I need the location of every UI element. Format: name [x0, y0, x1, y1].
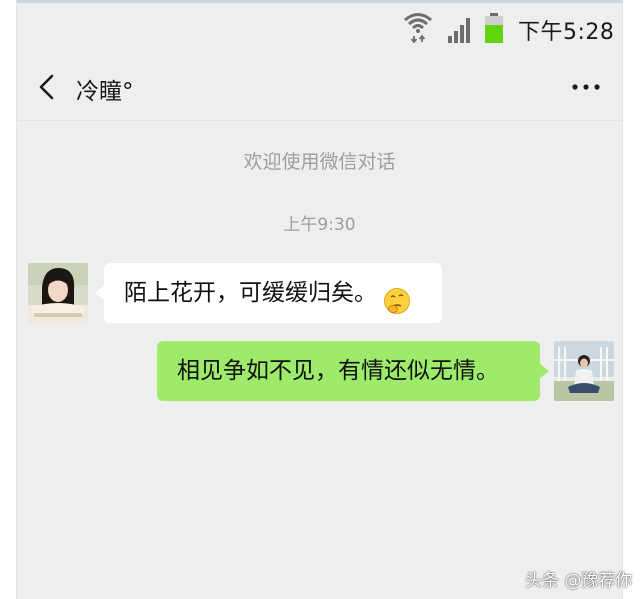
more-horizontal-icon	[572, 84, 600, 90]
chat-header: 冷瞳°	[17, 52, 622, 121]
message-text: 陌上花开，可缓缓归矣。	[124, 280, 377, 306]
battery-icon	[483, 13, 505, 43]
avatar[interactable]	[554, 341, 614, 401]
top-edge	[17, 0, 622, 3]
welcome-message: 欢迎使用微信对话	[243, 151, 396, 173]
chevron-left-icon	[39, 74, 54, 100]
status-bar: 下午5:28	[17, 4, 622, 52]
status-time: 下午5:28	[518, 20, 615, 45]
message-text: 相见争如不见，有情还似无情。	[177, 358, 499, 384]
message-timestamp: 上午9:30	[283, 215, 356, 235]
chat-screen: 下午5:28 冷瞳° 欢迎使用微信对话 上午9:30 陌上花开，可缓缓归矣。 相…	[16, 0, 632, 599]
signal-icon	[447, 17, 473, 43]
sent-message[interactable]: 相见争如不见，有情还似无情。	[157, 341, 549, 401]
more-button[interactable]	[566, 70, 606, 104]
avatar[interactable]	[28, 263, 88, 323]
wifi-icon	[403, 11, 433, 44]
chat-title: 冷瞳°	[76, 79, 134, 105]
back-button[interactable]	[31, 66, 65, 106]
watermark: 头条 @豫荐你	[525, 571, 633, 591]
received-message[interactable]: 陌上花开，可缓缓归矣。	[95, 263, 442, 323]
thinking-emoji-icon	[383, 278, 411, 314]
